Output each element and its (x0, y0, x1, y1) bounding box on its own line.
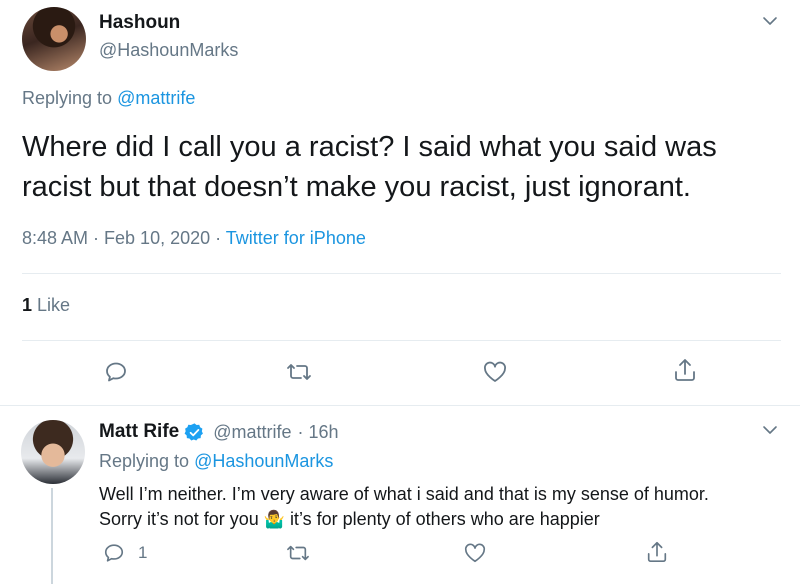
reply-text: Well I’m neither. I’m very aware of what… (99, 482, 709, 532)
author-handle[interactable]: @HashounMarks (99, 40, 238, 61)
reply-text-line: Sorry it’s not for you 🤷‍♂️ it’s for ple… (99, 507, 709, 532)
reply-action-reply[interactable]: 1 (103, 542, 147, 564)
divider (22, 340, 781, 341)
tweet-text-line: racist but that doesn’t make you racist,… (22, 171, 691, 203)
reply-author-handle[interactable]: @mattrife (213, 422, 291, 443)
tweet-text-line: Where did I call you a racist? I said wh… (22, 131, 717, 163)
retweet-icon[interactable] (286, 359, 312, 385)
reply-text-line: Well I’m neither. I’m very aware of what… (99, 484, 709, 504)
reply-header: Matt Rife @mattrife · 16h (99, 421, 339, 443)
chevron-down-icon[interactable] (762, 422, 778, 438)
tweet-text: Where did I call you a racist? I said wh… (22, 127, 717, 207)
tweet-timestamp[interactable]: 8:48 AM · Feb 10, 2020 · (22, 228, 226, 248)
replying-to-link[interactable]: @HashounMarks (194, 451, 333, 471)
replying-prefix: Replying to (22, 88, 113, 108)
reply-replying-to: Replying to @HashounMarks (99, 451, 333, 472)
divider (22, 273, 781, 274)
replying-to-link[interactable]: @mattrife (117, 88, 195, 108)
share-icon[interactable] (645, 540, 669, 564)
thread-line (51, 488, 53, 584)
author-avatar[interactable] (22, 7, 86, 71)
verified-badge-icon (184, 422, 205, 443)
reply-author-avatar[interactable] (21, 420, 85, 484)
chevron-down-icon[interactable] (762, 13, 778, 29)
reply-author-name[interactable]: Matt Rife (99, 421, 179, 443)
retweet-icon[interactable] (286, 542, 310, 564)
replying-prefix: Replying to (99, 451, 190, 471)
reply-icon[interactable] (103, 542, 125, 564)
reply-count: 1 (138, 543, 148, 562)
reply-text-part: it’s for plenty of others who are happie… (289, 509, 600, 529)
tweet-source-link[interactable]: Twitter for iPhone (226, 228, 366, 248)
reply-age[interactable]: · 16h (298, 422, 339, 443)
reply-text-part: Sorry it’s not for you (99, 509, 259, 529)
author-name[interactable]: Hashoun (99, 12, 180, 34)
likes-count: 1 (22, 295, 33, 315)
tweet-meta: 8:48 AM · Feb 10, 2020 · Twitter for iPh… (22, 228, 366, 249)
divider (0, 405, 800, 406)
shrug-emoji: 🤷‍♂️ (263, 510, 285, 529)
like-icon[interactable] (463, 542, 487, 564)
like-icon[interactable] (482, 359, 508, 385)
reply-icon[interactable] (103, 359, 129, 385)
replying-to: Replying to @mattrife (22, 88, 195, 109)
likes-stat[interactable]: 1 Like (22, 295, 70, 316)
likes-label: Like (37, 295, 71, 315)
share-icon[interactable] (672, 357, 698, 383)
